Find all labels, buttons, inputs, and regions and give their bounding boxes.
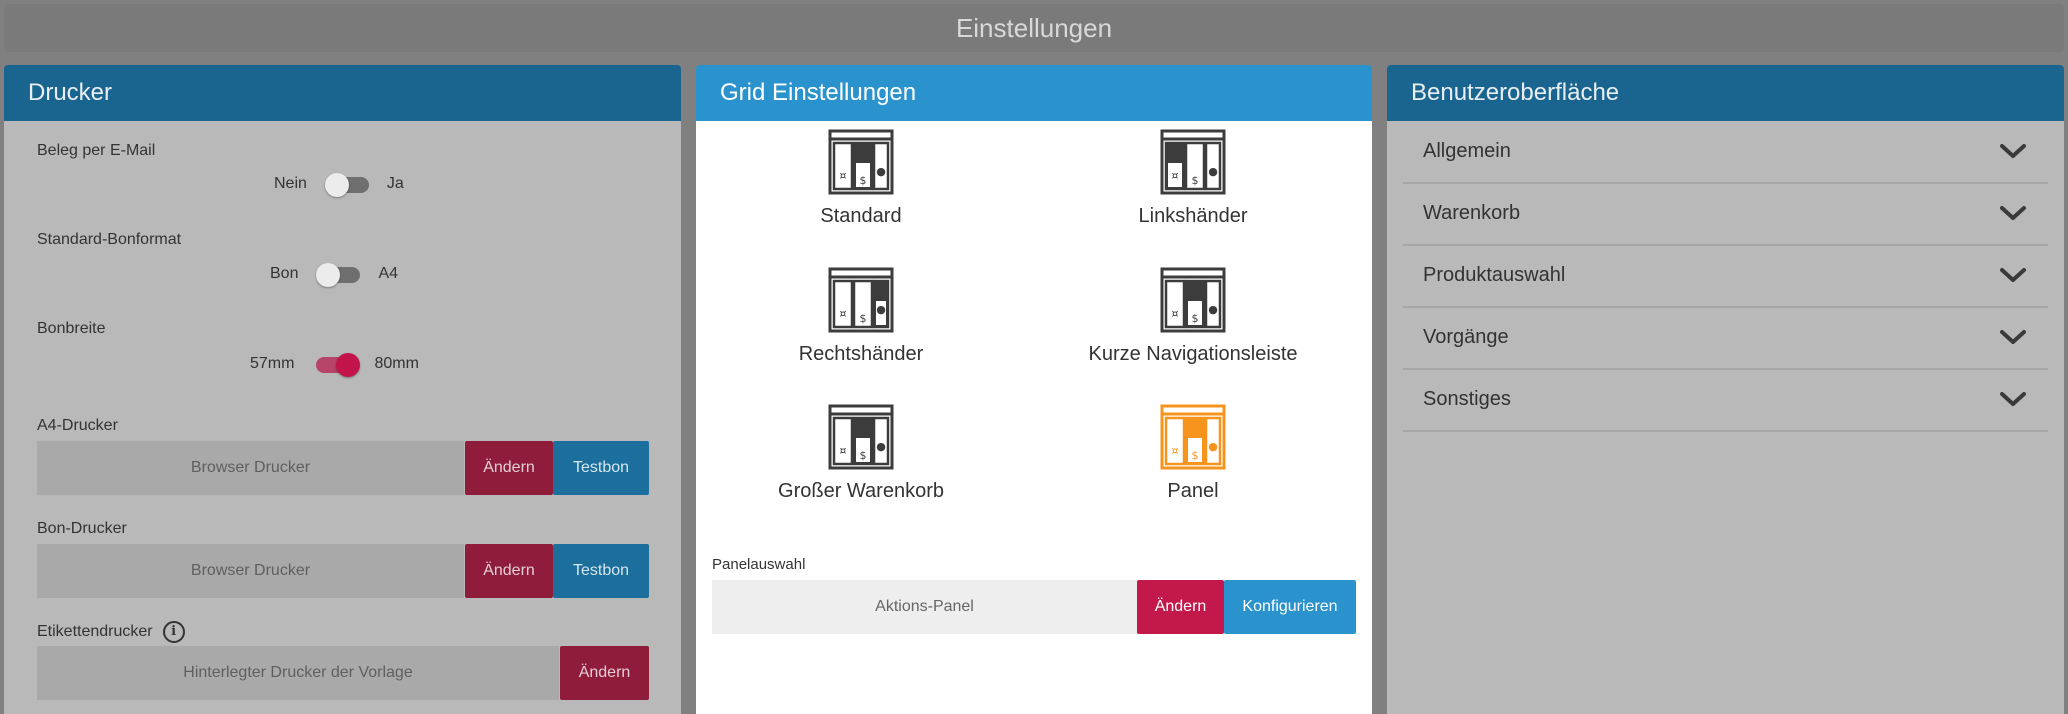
layout-option-3[interactable]: ¤ $ ● Kurze Navigationsleiste <box>1028 267 1358 366</box>
svg-text:●: ● <box>876 440 886 453</box>
drucker-panel: Drucker Beleg per E-Mail Nein Ja Standar… <box>4 65 681 714</box>
etikettendrucker-label-row: Etikettendrucker i <box>37 621 185 643</box>
chevron-down-icon[interactable] <box>1998 137 2028 165</box>
layout-option-1[interactable]: ¤ $ ● Linkshänder <box>1028 129 1358 228</box>
panel-configure-button[interactable]: Konfigurieren <box>1224 580 1356 634</box>
bonformat-on-label: A4 <box>378 265 399 282</box>
svg-text:$: $ <box>860 449 867 462</box>
ui-panel-body: Allgemein Warenkorb Produktauswahl Vorgänge… <box>1387 121 2064 714</box>
bonformat-off-label: Bon <box>270 265 299 282</box>
panelauswahl-label: Panelauswahl <box>712 556 806 573</box>
bonbreite-label: Bonbreite <box>37 320 106 337</box>
a4-drucker-testbon-button[interactable]: Testbon <box>553 441 649 495</box>
layout-option-2[interactable]: ¤ $ ● Rechtshänder <box>696 267 1026 366</box>
svg-text:¤: ¤ <box>840 444 847 457</box>
bonbreite-toggle-row: 57mm 80mm <box>250 351 419 377</box>
etikettendrucker-label: Etikettendrucker <box>37 623 153 641</box>
beleg-email-label: Beleg per E-Mail <box>37 142 156 159</box>
accordion-item-4[interactable]: Sonstiges <box>1403 369 2048 432</box>
accordion-item-2[interactable]: Produktauswahl <box>1403 245 2048 308</box>
bon-drucker-field[interactable]: Browser Drucker <box>37 544 464 598</box>
bon-drucker-change-button[interactable]: Ändern <box>465 544 553 598</box>
chevron-down-icon[interactable] <box>1998 385 2028 413</box>
drucker-panel-header: Drucker <box>4 65 681 121</box>
svg-text:¤: ¤ <box>1172 307 1179 320</box>
svg-text:●: ● <box>876 303 886 316</box>
accordion-item-0[interactable]: Allgemein <box>1403 121 2048 184</box>
layout-option-label: Linkshänder <box>1138 205 1248 227</box>
bon-drucker-testbon-button[interactable]: Testbon <box>553 544 649 598</box>
grid-panel-header: Grid Einstellungen <box>696 65 1372 121</box>
beleg-email-on-label: Ja <box>386 175 404 192</box>
a4-drucker-change-button[interactable]: Ändern <box>465 441 553 495</box>
svg-text:¤: ¤ <box>840 169 847 182</box>
layout-option-label: Standard <box>820 205 902 227</box>
layout-option-label: Rechtshänder <box>798 343 924 365</box>
svg-text:●: ● <box>876 165 886 178</box>
bonbreite-toggle[interactable] <box>312 351 361 377</box>
svg-text:¤: ¤ <box>1172 169 1179 182</box>
info-icon[interactable]: i <box>162 621 185 643</box>
layout-rechtshaender-icon: ¤ $ ● <box>828 267 894 333</box>
svg-text:$: $ <box>860 174 867 187</box>
accordion-item-label: Sonstiges <box>1423 388 1511 410</box>
beleg-email-toggle-row: Nein Ja <box>274 171 404 197</box>
page-title: Einstellungen <box>4 4 2064 52</box>
layout-option-0[interactable]: ¤ $ ● Standard <box>696 129 1026 228</box>
svg-text:●: ● <box>1208 440 1218 453</box>
layout-grosser-warenkorb-icon: ¤ $ ● <box>828 404 894 470</box>
panel-change-button[interactable]: Ändern <box>1137 580 1224 634</box>
layout-standard-icon: ¤ $ ● <box>828 129 894 195</box>
layout-option-label: Kurze Navigationsleiste <box>1088 343 1298 365</box>
svg-text:$: $ <box>1192 449 1199 462</box>
layout-panel-icon: ¤ $ ● <box>1160 404 1226 470</box>
etikettendrucker-field[interactable]: Hinterlegter Drucker der Vorlage <box>37 646 559 700</box>
bonbreite-off-label: 57mm <box>250 355 295 372</box>
bonformat-toggle[interactable] <box>316 261 361 287</box>
bonbreite-on-label: 80mm <box>374 355 419 372</box>
svg-text:$: $ <box>1192 174 1199 187</box>
drucker-panel-body: Beleg per E-Mail Nein Ja Standard-Bonfor… <box>4 121 681 714</box>
beleg-email-toggle[interactable] <box>324 171 369 197</box>
ui-panel-header: Benutzeroberfläche <box>1387 65 2064 121</box>
layout-option-label: Panel <box>1167 480 1219 502</box>
layout-kurze-navigationsleiste-icon: ¤ $ ● <box>1160 267 1226 333</box>
svg-text:●: ● <box>1208 165 1218 178</box>
chevron-down-icon[interactable] <box>1998 199 2028 227</box>
accordion-item-label: Allgemein <box>1423 140 1511 162</box>
svg-text:$: $ <box>860 312 867 325</box>
accordion-item-label: Produktauswahl <box>1423 264 1566 286</box>
a4-drucker-field[interactable]: Browser Drucker <box>37 441 464 495</box>
grid-panel-body: Aktions-Panel Panelauswahl Ändern Konfig… <box>696 121 1372 714</box>
layout-linkshaender-icon: ¤ $ ● <box>1160 129 1226 195</box>
layout-option-5[interactable]: ¤ $ ● Panel <box>1028 404 1358 503</box>
etikettendrucker-change-button[interactable]: Ändern <box>560 646 649 700</box>
chevron-down-icon[interactable] <box>1998 261 2028 289</box>
svg-text:●: ● <box>1208 303 1218 316</box>
bonformat-label: Standard-Bonformat <box>37 231 182 248</box>
grid-panel: Grid Einstellungen Aktions-Panel Panelau… <box>696 65 1372 714</box>
svg-text:¤: ¤ <box>840 307 847 320</box>
ui-panel: Benutzeroberfläche Allgemein Warenkorb Pro… <box>1387 65 2064 714</box>
layout-option-4[interactable]: ¤ $ ● Großer Warenkorb <box>696 404 1026 503</box>
chevron-down-icon[interactable] <box>1998 323 2028 351</box>
accordion-item-label: Vorgänge <box>1423 326 1509 348</box>
panelauswahl-field[interactable]: Aktions-Panel <box>712 580 1137 634</box>
bonformat-toggle-row: Bon A4 <box>270 261 398 287</box>
layout-option-label: Großer Warenkorb <box>778 480 944 502</box>
bon-drucker-label: Bon-Drucker <box>37 520 127 537</box>
accordion-item-label: Warenkorb <box>1423 202 1521 224</box>
a4-drucker-label: A4-Drucker <box>37 417 118 434</box>
accordion-item-1[interactable]: Warenkorb <box>1403 183 2048 246</box>
accordion-item-3[interactable]: Vorgänge <box>1403 307 2048 370</box>
beleg-email-off-label: Nein <box>274 175 307 192</box>
svg-text:$: $ <box>1192 312 1199 325</box>
svg-text:¤: ¤ <box>1172 444 1179 457</box>
